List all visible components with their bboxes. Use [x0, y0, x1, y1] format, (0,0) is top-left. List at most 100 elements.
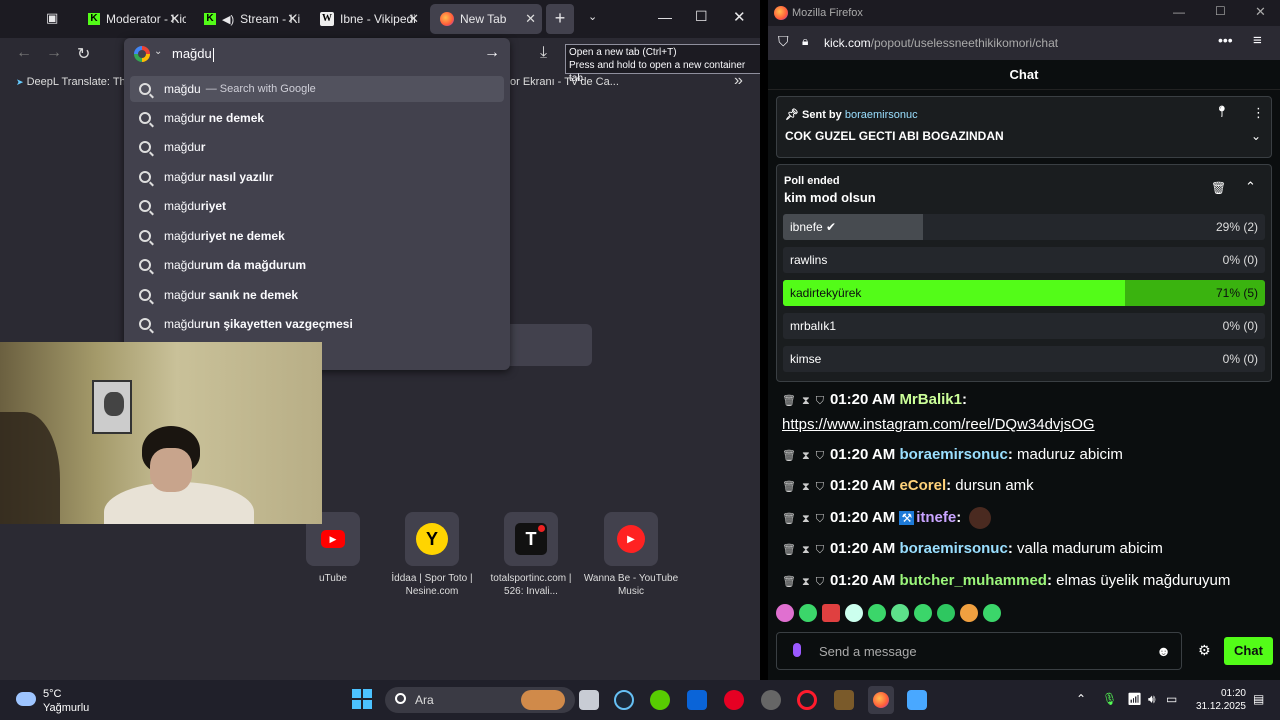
message-username[interactable]: MrBalik1 — [899, 391, 962, 408]
suggestion-item[interactable]: mağdu r sanık ne demek — [130, 282, 504, 308]
emote-icon[interactable] — [845, 604, 863, 622]
taskbar-clock[interactable]: 01:20 31.12.2025 — [1176, 687, 1246, 713]
ban-shield-icon[interactable]: ⛉ — [816, 576, 824, 588]
delete-message-icon[interactable]: 🗑︎ — [782, 544, 796, 556]
timeout-icon[interactable]: ⧗ — [802, 544, 810, 556]
shortcut-youtube-music[interactable]: ▶ Wanna Be - YouTube Music — [581, 512, 681, 598]
emote-icon[interactable] — [937, 604, 955, 622]
duolingo-icon[interactable] — [650, 690, 670, 710]
close-window-icon[interactable]: ✕ — [733, 8, 746, 26]
suggestion-item[interactable]: mağdu run şikayetten vazgeçmesi — [130, 311, 504, 337]
maximize-icon[interactable]: ☐ — [1215, 4, 1226, 18]
emoji-icon[interactable]: ☻ — [1156, 643, 1171, 659]
outlook-icon[interactable] — [687, 690, 707, 710]
notification-icon[interactable]: ▤ — [1253, 692, 1264, 706]
ban-shield-icon[interactable]: ⛉ — [816, 544, 824, 556]
timeout-icon[interactable]: ⧗ — [802, 395, 810, 407]
new-tab-button[interactable]: + — [546, 4, 574, 34]
mic-icon[interactable]: 🎙︎ — [1102, 692, 1117, 706]
url-display[interactable]: kick.com/popout/uselessneethikikomori/ch… — [824, 36, 1058, 50]
tab-close-icon[interactable]: ✕ — [525, 11, 536, 27]
pinterest-icon[interactable] — [724, 690, 744, 710]
speaker-icon[interactable]: ◀) — [222, 13, 234, 26]
emote-icon[interactable] — [914, 604, 932, 622]
message-username[interactable]: itnefe — [916, 509, 956, 526]
tab-close-icon[interactable]: ✕ — [169, 11, 180, 27]
delete-message-icon[interactable]: 🗑︎ — [782, 395, 796, 407]
timeout-icon[interactable]: ⧗ — [802, 576, 810, 588]
maximize-icon[interactable]: ☐ — [695, 8, 708, 25]
message-input[interactable]: Send a message ☻ — [776, 632, 1182, 670]
suggestion-item[interactable]: mağdu r — [130, 134, 504, 160]
emote-icon[interactable] — [799, 604, 817, 622]
delete-message-icon[interactable]: 🗑︎ — [782, 481, 796, 493]
tab-close-icon[interactable]: ✕ — [408, 11, 419, 27]
ban-shield-icon[interactable]: ⛉ — [816, 481, 824, 493]
message-username[interactable]: boraemirsonuc — [899, 446, 1007, 463]
url-input[interactable]: ⌄ mağdu → — [124, 38, 510, 70]
volume-icon[interactable]: 🔊︎ — [1148, 692, 1156, 707]
mic-icon[interactable] — [793, 643, 801, 657]
more-vertical-icon[interactable]: ⋮ — [1252, 105, 1265, 121]
chat-settings-gear-icon[interactable]: ⚙ — [1198, 642, 1211, 659]
file-explorer-icon[interactable] — [579, 690, 599, 710]
timeout-icon[interactable]: ⧗ — [802, 450, 810, 462]
close-window-icon[interactable]: ✕ — [1255, 4, 1266, 20]
bookmark-deepl[interactable]: ➤ DeepL Translate: The — [16, 76, 132, 88]
chevron-down-icon[interactable]: ⌄ — [154, 46, 162, 57]
lock-icon[interactable]: 🔒︎ — [802, 34, 808, 49]
message-username[interactable]: eCorel — [899, 477, 946, 494]
taskbar-search[interactable]: Ara — [385, 687, 575, 713]
emote-icon[interactable] — [891, 604, 909, 622]
minecraft-icon[interactable] — [834, 690, 854, 710]
wifi-icon[interactable]: 📶︎ — [1127, 692, 1142, 706]
menu-icon[interactable]: ≡ — [1253, 32, 1262, 49]
reload-icon[interactable]: ↻ — [77, 44, 90, 64]
suggestion-item[interactable]: mağdu riyet ne demek — [130, 223, 504, 249]
chevron-down-icon[interactable]: ⌄ — [1251, 129, 1261, 143]
emote-icon[interactable] — [960, 604, 978, 622]
emote-icon[interactable] — [822, 604, 840, 622]
ban-shield-icon[interactable]: ⛉ — [816, 395, 824, 407]
suggestion-item[interactable]: mağdu rum da mağdurum — [130, 252, 504, 278]
delete-message-icon[interactable]: 🗑︎ — [782, 576, 796, 588]
tab-close-icon[interactable]: ✕ — [287, 11, 298, 27]
firefox-taskbar-icon[interactable] — [868, 686, 894, 714]
suggestion-item[interactable]: mağdu r ne demek — [130, 105, 504, 131]
delete-message-icon[interactable]: 🗑︎ — [782, 450, 796, 462]
suggestion-item[interactable]: mağdu riyet — [130, 193, 504, 219]
ban-shield-icon[interactable]: ⛉ — [816, 450, 824, 462]
steam-icon[interactable] — [614, 690, 634, 710]
google-icon[interactable] — [134, 46, 150, 62]
more-dots-icon[interactable]: ••• — [1218, 32, 1233, 48]
emote-icon[interactable] — [868, 604, 886, 622]
minimize-icon[interactable]: — — [658, 9, 672, 25]
tab-new-tab[interactable]: New Tab ✕ — [430, 4, 542, 34]
timeout-icon[interactable]: ⧗ — [802, 481, 810, 493]
ban-shield-icon[interactable]: ⛉ — [816, 513, 824, 525]
opera-icon[interactable] — [797, 690, 817, 710]
list-all-tabs-icon[interactable]: ⌄ — [588, 10, 597, 23]
back-icon[interactable]: ← — [16, 44, 32, 62]
message-username[interactable]: boraemirsonuc — [899, 540, 1007, 557]
forward-icon[interactable]: → — [46, 44, 62, 62]
notepad-icon[interactable] — [907, 690, 927, 710]
emote-icon[interactable] — [983, 604, 1001, 622]
tab-vikipedi[interactable]: W Ibne - Vikipedi ✕ — [310, 4, 425, 34]
suggestion-item[interactable]: mağdu r nasıl yazılır — [130, 164, 504, 190]
minimize-icon[interactable]: — — [1173, 5, 1185, 19]
chevron-up-icon[interactable]: ⌃ — [1245, 179, 1256, 195]
message-username[interactable]: butcher_muhammed — [899, 572, 1047, 589]
message-link[interactable]: https://www.instagram.com/reel/DQw34dvjs… — [782, 416, 1095, 433]
send-chat-button[interactable]: Chat — [1224, 637, 1273, 665]
shortcut-nesine[interactable]: Y İddaa | Spor Toto | Nesine.com — [382, 512, 482, 598]
shortcut-totalsport[interactable]: T totalsportinc.com | 526: Invali... — [481, 512, 581, 598]
shield-icon[interactable]: ⛉ — [778, 33, 789, 50]
tab-groups-icon[interactable]: ▣ — [46, 10, 58, 26]
trash-icon[interactable]: 🗑︎ — [1211, 181, 1226, 195]
emote-icon[interactable] — [776, 604, 794, 622]
delete-message-icon[interactable]: 🗑︎ — [782, 513, 796, 525]
pin-icon[interactable]: 📍︎ — [1215, 105, 1229, 118]
suggestion-item[interactable]: mağdu — Search with Google — [130, 76, 504, 102]
github-desktop-icon[interactable] — [761, 690, 781, 710]
